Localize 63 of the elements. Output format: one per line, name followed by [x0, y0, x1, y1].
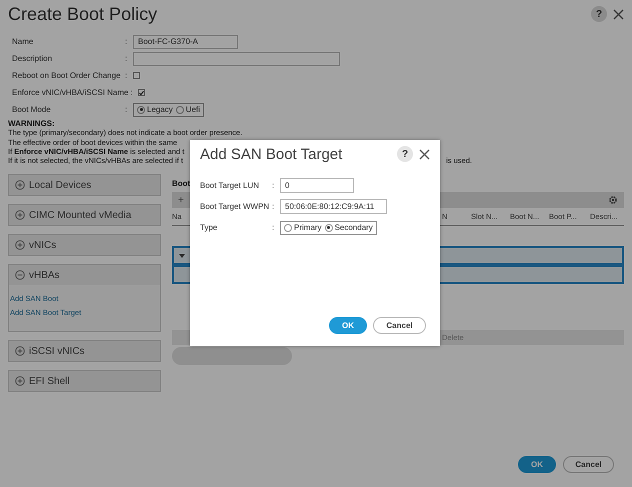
caret-icon[interactable]: [179, 254, 185, 258]
section-title: iSCSI vNICs: [29, 346, 85, 357]
plus-circle-icon: [15, 240, 25, 250]
add-button[interactable]: +: [178, 194, 184, 206]
window-title: Create Boot Policy: [8, 4, 158, 24]
plus-circle-icon: [15, 210, 25, 220]
section-header[interactable]: iSCSI vNICs: [9, 341, 160, 362]
colon: :: [130, 88, 134, 97]
checkbox[interactable]: [138, 89, 146, 96]
text-field[interactable]: Boot-FC-G370-A: [133, 34, 238, 48]
help-button[interactable]: ?: [397, 146, 413, 162]
radio-button[interactable]: [137, 106, 145, 114]
help-button[interactable]: ?: [591, 6, 607, 22]
text-field[interactable]: [133, 52, 340, 66]
dialog-title: Add SAN Boot Target: [200, 146, 344, 162]
section-title: Local Devices: [29, 180, 92, 191]
field-label: Type: [200, 223, 218, 232]
panel-heading: Boot: [172, 178, 190, 190]
radio-label: Legacy: [147, 105, 173, 114]
section-title: CIMC Mounted vMedia: [29, 210, 132, 221]
field-label: Reboot on Boot Order Change: [12, 71, 122, 80]
radio-button[interactable]: [324, 224, 333, 232]
close-icon[interactable]: [419, 148, 430, 160]
plus-circle-icon: [15, 180, 25, 190]
text-field[interactable]: 50:06:0E:80:12:C9:9A:11: [280, 199, 387, 214]
colon: :: [125, 54, 128, 63]
checkbox[interactable]: [133, 72, 140, 79]
field-label: Description: [12, 54, 54, 63]
section-header[interactable]: EFI Shell: [9, 371, 160, 392]
section-header[interactable]: vNICs: [9, 235, 160, 256]
colon: :: [125, 37, 128, 46]
minus-circle-icon: [15, 270, 25, 280]
radio-button[interactable]: [284, 224, 292, 232]
section-title: EFI Shell: [29, 376, 70, 387]
section-header[interactable]: CIMC Mounted vMedia: [9, 205, 160, 226]
radio-label: Uefi: [186, 105, 200, 114]
section-header[interactable]: vHBAs: [9, 265, 160, 286]
colon: :: [272, 202, 276, 211]
field-label: Name: [12, 37, 34, 46]
radio-label: Primary: [294, 223, 322, 232]
settings-icon[interactable]: [608, 195, 618, 206]
field-label: Boot Target LUN: [200, 181, 260, 190]
ok-button[interactable]: OK: [329, 317, 367, 334]
plus-circle-icon: [15, 376, 25, 386]
ok-button[interactable]: OK: [518, 456, 556, 473]
colon: :: [272, 223, 276, 232]
field-label: Enforce vNIC/vHBA/iSCSI Name: [12, 88, 128, 97]
text-field[interactable]: 0: [280, 178, 354, 193]
field-label: Boot Target WWPN: [200, 202, 270, 211]
warnings-heading: WARNINGS:: [8, 119, 56, 128]
colon: :: [125, 71, 128, 80]
section-title: vHBAs: [29, 270, 60, 281]
section-title: vNICs: [29, 240, 56, 251]
colon: :: [272, 181, 276, 190]
close-icon[interactable]: [613, 8, 624, 20]
radio-label: Secondary: [334, 223, 373, 232]
cancel-button[interactable]: Cancel: [373, 317, 426, 334]
field-label: Boot Mode: [12, 105, 52, 114]
radio-button[interactable]: [176, 106, 184, 114]
cancel-button[interactable]: Cancel: [563, 456, 614, 473]
plus-circle-icon: [15, 346, 25, 356]
colon: :: [125, 105, 128, 114]
section-header[interactable]: Local Devices: [9, 175, 160, 196]
